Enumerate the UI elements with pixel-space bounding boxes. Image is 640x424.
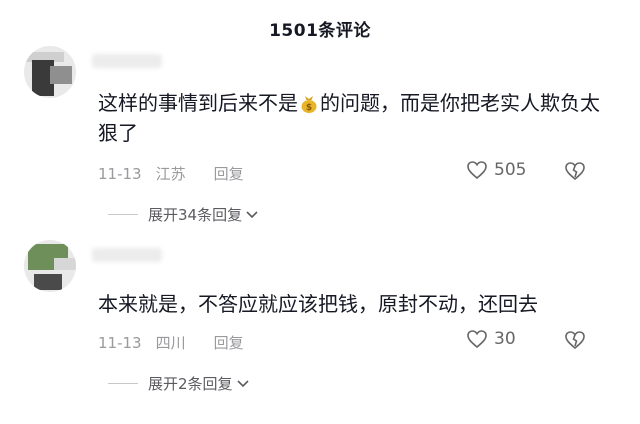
comment-location: 江苏 [155, 165, 186, 183]
comment-location: 四川 [155, 334, 186, 352]
expand-replies-button[interactable]: 展开2条回复 [108, 373, 249, 394]
divider-line [108, 214, 138, 215]
broken-heart-icon [565, 162, 585, 181]
username-blurred[interactable] [92, 54, 162, 68]
comment-date: 11-13 [98, 164, 142, 183]
dislike-button[interactable] [564, 161, 586, 185]
chevron-down-icon [236, 379, 249, 387]
comment-meta: 11-13 江苏 回复 [98, 163, 244, 184]
avatar[interactable] [24, 240, 76, 292]
comment-count-title: 1501条评论 [269, 20, 371, 41]
avatar[interactable] [24, 46, 76, 98]
heart-icon [467, 161, 487, 180]
heart-icon [467, 330, 487, 349]
svg-text:$: $ [306, 103, 312, 113]
like-count: 30 [494, 329, 516, 349]
reply-button[interactable]: 回复 [214, 163, 244, 184]
like-button[interactable]: 30 [466, 329, 516, 349]
expand-replies-label: 展开34条回复 [148, 206, 243, 224]
expand-replies-label: 展开2条回复 [148, 375, 233, 393]
comment-text: 这样的事情到后来不是 $ 的问题，而是你把老实人欺负太狠了 [98, 88, 618, 148]
dislike-button[interactable] [564, 330, 586, 354]
reply-button[interactable]: 回复 [214, 332, 244, 353]
chevron-down-icon [246, 210, 258, 218]
comment-date: 11-13 [98, 333, 142, 352]
comments-header: 1501条评论 [0, 0, 640, 56]
divider-line [108, 383, 138, 384]
username-blurred[interactable] [92, 248, 162, 262]
comment-meta: 11-13 四川 回复 [98, 332, 244, 353]
comment-text-part: 这样的事情到后来不是 [98, 91, 298, 115]
expand-replies-button[interactable]: 展开34条回复 [108, 204, 258, 225]
comment-text: 本来就是，不答应就应该把钱，原封不动，还回去 [98, 292, 538, 316]
like-button[interactable]: 505 [466, 160, 526, 180]
broken-heart-icon [565, 331, 585, 350]
money-bag-icon: $ [298, 92, 320, 114]
like-count: 505 [494, 160, 527, 180]
